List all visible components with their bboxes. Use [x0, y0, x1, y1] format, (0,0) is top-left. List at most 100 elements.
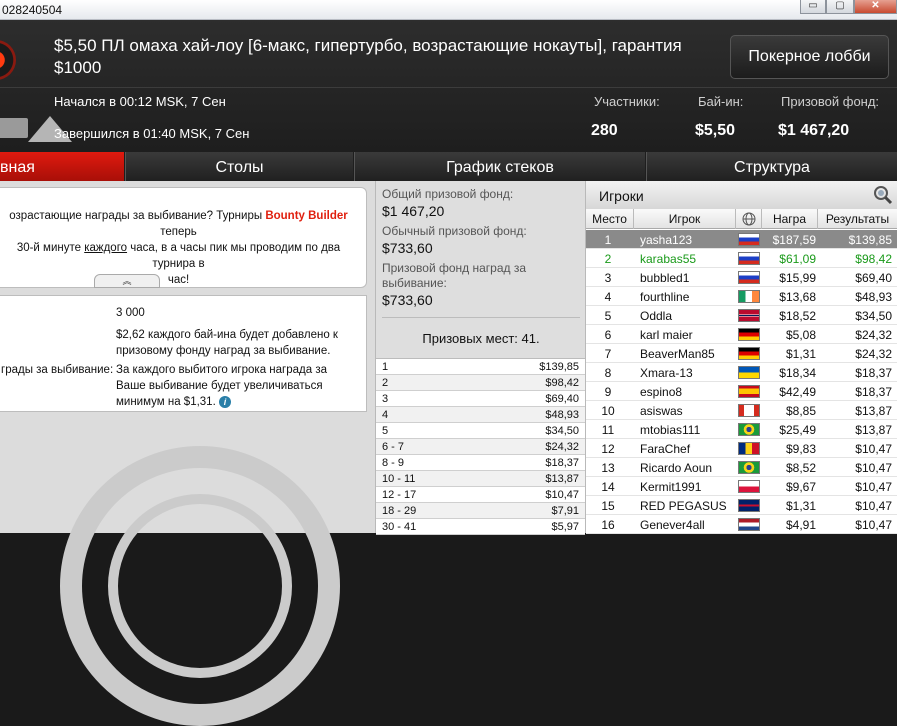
player-place: 6 — [604, 328, 612, 342]
bounty-builder-link[interactable]: Bounty Builder — [265, 210, 347, 222]
player-name: Ricardo Aoun — [640, 461, 713, 475]
payout-row: 2 $98,42 — [376, 375, 585, 391]
notice-line-1: озрастающие награды за выбивание? Турнир… — [0, 208, 362, 240]
buyin-value: $5,50 — [695, 122, 736, 139]
players-title: Игроки — [599, 188, 644, 204]
flag-icon — [738, 404, 760, 417]
collapse-notice-button[interactable]: ︽ — [94, 274, 160, 288]
payout-place: 4 — [382, 409, 389, 421]
player-row[interactable]: 6 karl maier $5,08 $24,32 — [586, 325, 897, 344]
player-bounty: $4,91 — [785, 518, 816, 532]
column-bounty[interactable]: Награ — [762, 209, 818, 229]
payout-row: 10 - 11 $13,87 — [376, 471, 585, 487]
player-row[interactable]: 5 Oddla $18,52 $34,50 — [586, 306, 897, 325]
started-time: Начался в 00:12 MSK, 7 Сен — [54, 94, 226, 109]
close-button[interactable]: ✕ — [854, 0, 897, 14]
column-place[interactable]: Место — [586, 209, 634, 229]
payout-place: 12 - 17 — [382, 489, 417, 501]
player-row[interactable]: 8 Xmara-13 $18,34 $18,37 — [586, 363, 897, 382]
tab-tables[interactable]: Столы — [125, 152, 353, 181]
player-place: 11 — [601, 423, 615, 437]
player-result: $18,37 — [855, 366, 892, 380]
flag-icon — [738, 385, 760, 398]
prize-places-count: Призовых мест: 41. — [382, 317, 580, 346]
player-result: $24,32 — [855, 328, 892, 342]
player-bounty: $187,59 — [772, 233, 816, 247]
payout-place: 10 - 11 — [382, 473, 416, 485]
player-result: $10,47 — [855, 461, 892, 475]
flag-icon — [738, 366, 760, 379]
payout-row: 6 - 7 $24,32 — [376, 439, 585, 455]
buyin-label: Бай-ин: — [698, 94, 744, 109]
payout-place: 3 — [382, 393, 389, 405]
restore-button[interactable]: ▢ — [826, 0, 854, 14]
player-row[interactable]: 10 asiswas $8,85 $13,87 — [586, 401, 897, 420]
entrants-value: 280 — [591, 122, 618, 139]
tab-stack-chart[interactable]: График стеков — [354, 152, 645, 181]
player-name: BeaverMan85 — [640, 347, 715, 361]
regular-prize-value: $733,60 — [382, 240, 433, 256]
globe-icon — [742, 212, 755, 226]
player-row[interactable]: 15 RED PEGASUS $1,31 $10,47 — [586, 496, 897, 515]
player-row[interactable]: 14 Kermit1991 $9,67 $10,47 — [586, 477, 897, 496]
player-bounty: $8,85 — [785, 404, 816, 418]
pokerstars-logo — [0, 40, 16, 80]
player-name: espino8 — [640, 385, 683, 399]
column-player[interactable]: Игрок — [634, 209, 736, 229]
column-results[interactable]: Результаты — [818, 209, 897, 229]
player-bounty: $9,67 — [785, 480, 816, 494]
poker-lobby-button[interactable]: Покерное лобби — [730, 35, 889, 79]
player-row[interactable]: 13 Ricardo Aoun $8,52 $10,47 — [586, 458, 897, 477]
player-result: $139,85 — [848, 233, 892, 247]
notice-line-3: час! — [167, 274, 190, 286]
player-place: 14 — [601, 480, 615, 494]
player-name: karl maier — [640, 328, 693, 342]
flag-icon — [738, 442, 760, 455]
player-result: $10,47 — [855, 499, 892, 513]
payout-amount: $7,91 — [551, 505, 579, 517]
player-place: 16 — [601, 518, 615, 532]
player-bounty: $9,83 — [785, 442, 816, 456]
player-row[interactable]: 4 fourthline $13,68 $48,93 — [586, 287, 897, 306]
tournament-details: 3 000 $2,62 каждого бай-ина будет добавл… — [0, 295, 367, 412]
payout-amount: $139,85 — [539, 361, 579, 373]
player-result: $34,50 — [855, 309, 892, 323]
tab-main[interactable]: вная — [0, 152, 124, 181]
player-result: $48,93 — [855, 290, 892, 304]
bounty-contribution-text: $2,62 каждого бай-ина будет добавлено к … — [116, 329, 338, 357]
player-place: 12 — [601, 442, 615, 456]
player-row[interactable]: 2 karabas55 $61,09 $98,42 — [586, 249, 897, 268]
flag-icon — [738, 271, 760, 284]
player-name: bubbled1 — [640, 271, 690, 285]
payout-amount: $98,42 — [545, 377, 579, 389]
tab-structure[interactable]: Структура — [646, 152, 897, 181]
player-row[interactable]: 1 yasha123 $187,59 $139,85 — [586, 230, 897, 249]
players-list: 1 yasha123 $187,59 $139,85 2 karabas55 $6… — [586, 230, 897, 534]
player-result: $10,47 — [855, 518, 892, 532]
side-toggle-button[interactable] — [0, 118, 28, 138]
player-bounty: $61,09 — [779, 252, 816, 266]
player-row[interactable]: 16 Genever4all $4,91 $10,47 — [586, 515, 897, 534]
player-row[interactable]: 9 espino8 $42,49 $18,37 — [586, 382, 897, 401]
payout-row: 18 - 29 $7,91 — [376, 503, 585, 519]
player-result: $10,47 — [855, 442, 892, 456]
flag-icon — [738, 233, 760, 246]
player-name: Xmara-13 — [640, 366, 693, 380]
finished-time: Завершился в 01:40 MSK, 7 Сен — [54, 126, 250, 141]
payout-place: 1 — [382, 361, 389, 373]
player-row[interactable]: 7 BeaverMan85 $1,31 $24,32 — [586, 344, 897, 363]
window-title: 028240504 — [2, 3, 63, 17]
player-row[interactable]: 12 FaraChef $9,83 $10,47 — [586, 439, 897, 458]
search-icon[interactable] — [873, 185, 893, 205]
player-bounty: $8,52 — [785, 461, 816, 475]
flag-icon — [738, 423, 760, 436]
column-country[interactable] — [736, 209, 762, 229]
player-row[interactable]: 11 mtobias111 $25,49 $13,87 — [586, 420, 897, 439]
player-bounty: $42,49 — [779, 385, 816, 399]
background-watermark-inner — [108, 494, 292, 678]
info-icon[interactable]: i — [218, 395, 231, 408]
main-content: озрастающие награды за выбивание? Турнир… — [0, 181, 897, 726]
player-name: Oddla — [640, 309, 673, 323]
player-row[interactable]: 3 bubbled1 $15,99 $69,40 — [586, 268, 897, 287]
minimize-button[interactable]: ▭ — [800, 0, 826, 14]
